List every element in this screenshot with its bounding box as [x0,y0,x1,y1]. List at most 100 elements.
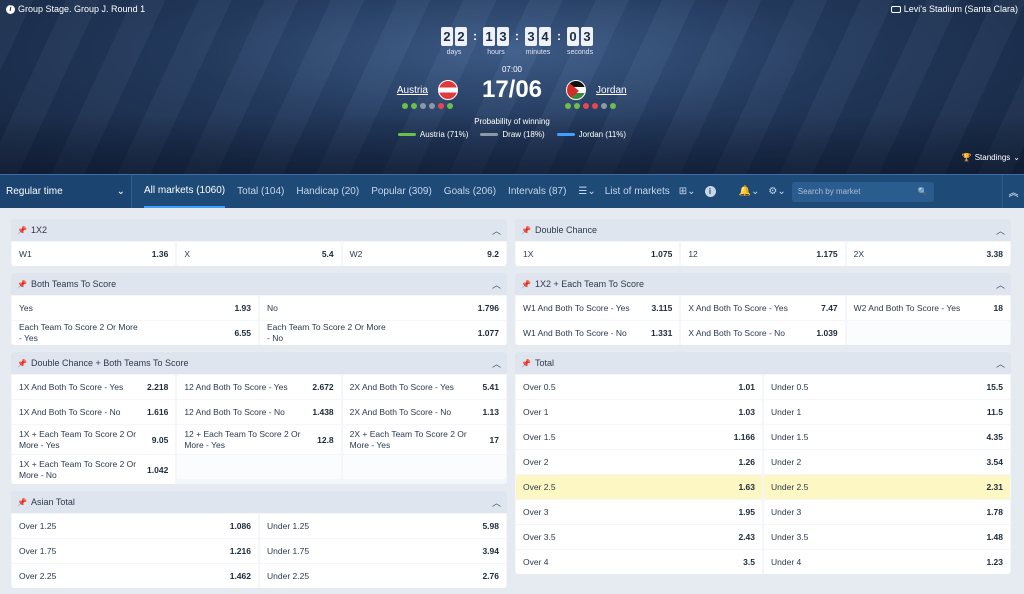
countdown-label: minutes [525,49,551,56]
countdown-digit: 2 [441,27,453,46]
market-header[interactable]: 📌 1X2 ︿ [11,219,507,241]
odds-cell[interactable]: Under 1.75 3.94 [260,539,506,563]
odds-cell[interactable]: W1 And Both To Score - Yes 3.115 [516,296,680,320]
outcome-name: X And Both To Score - No [688,327,786,338]
odds-cell[interactable]: 1X + Each Team To Score 2 Or More - No 1.… [12,455,176,484]
market-row: Over 1.25 1.086 Under 1.25 5.98 [11,513,507,538]
tab-2[interactable]: Handicap (20) [296,175,359,208]
pin-icon[interactable]: 📌 [521,280,531,289]
odds-cell[interactable]: 12 1.175 [681,242,845,266]
tab-5[interactable]: Intervals (87) [508,175,566,208]
list-of-markets-link[interactable]: List of markets [605,186,670,197]
grid-view-icon[interactable]: ⊞⌄ [679,186,696,197]
odds-cell[interactable]: Under 1.5 4.35 [764,425,1010,449]
odds-cell[interactable]: W1 And Both To Score - No 1.331 [516,321,680,345]
odds-value: 15.5 [986,382,1003,392]
odds-cell[interactable]: 12 And Both To Score - Yes 2.672 [177,375,341,399]
countdown-digits: 13 [483,27,509,46]
odds-cell[interactable]: Under 4 1.23 [764,550,1010,574]
list-view-icon[interactable]: ☰⌄ [578,186,595,197]
odds-cell[interactable]: Over 3 1.95 [516,500,762,524]
gear-icon[interactable]: ⚙⌄ [768,186,785,197]
chevron-up-icon[interactable]: ︿ [492,357,501,370]
countdown-days: 2 2 days [441,27,467,56]
market-header[interactable]: 📌 Asian Total ︿ [11,491,507,513]
market-header[interactable]: 📌 Total ︿ [515,352,1011,374]
pin-icon[interactable]: 📌 [17,280,27,289]
odds-cell[interactable]: Over 2.25 1.462 [12,564,258,588]
odds-cell[interactable]: X 5.4 [177,242,341,266]
odds-cell[interactable]: Under 3.5 1.48 [764,525,1010,549]
odds-cell[interactable]: Under 2 3.54 [764,450,1010,474]
odds-value: 2.31 [986,482,1003,492]
tab-0[interactable]: All markets (1060) [144,175,226,208]
pin-icon[interactable]: 📌 [521,226,531,235]
odds-cell[interactable]: Over 1.25 1.086 [12,514,258,538]
market-header[interactable]: 📌 Both Teams To Score ︿ [11,273,507,295]
odds-cell[interactable]: Over 3.5 2.43 [516,525,762,549]
standings-button[interactable]: 🏆 Standings ⌄ [962,153,1020,162]
pin-icon[interactable]: 📌 [17,359,27,368]
chevron-up-icon[interactable]: ︿ [996,357,1005,370]
odds-cell[interactable]: Each Team To Score 2 Or More - Yes 6.55 [12,321,258,345]
odds-cell[interactable]: 2X + Each Team To Score 2 Or More - Yes 1… [342,425,506,454]
odds-cell[interactable]: Over 0.5 1.01 [516,375,762,399]
odds-cell[interactable]: 2X And Both To Score - No 1.13 [342,400,506,424]
chevron-up-icon[interactable]: ︿ [492,278,501,291]
chevron-up-icon[interactable]: ︿ [492,496,501,509]
odds-cell[interactable]: Over 4 3.5 [516,550,762,574]
away-team-link[interactable]: Jordan [596,85,636,96]
tab-4[interactable]: Goals (206) [444,175,496,208]
odds-cell[interactable]: W2 And Both To Score - Yes 18 [846,296,1010,320]
period-select[interactable]: Regular time ⌄ [0,175,132,208]
pin-icon[interactable]: 📌 [17,498,27,507]
chevron-up-icon[interactable]: ︿ [996,278,1005,291]
odds-cell[interactable]: Each Team To Score 2 Or More - No 1.077 [260,321,506,345]
odds-cell[interactable]: Under 1 11.5 [764,400,1010,424]
chevron-up-icon[interactable]: ︿ [996,224,1005,237]
odds-cell[interactable]: Under 3 1.78 [764,500,1010,524]
odds-cell[interactable]: Over 1 1.03 [516,400,762,424]
bell-icon[interactable]: 🔔⌄ [739,186,760,197]
odds-cell[interactable]: Over 1.5 1.166 [516,425,762,449]
odds-cell[interactable]: W1 1.36 [12,242,176,266]
odds-value: 3.5 [743,557,755,567]
odds-cell[interactable]: No 1.796 [260,296,506,320]
odds-cell[interactable]: Over 2 1.26 [516,450,762,474]
odds-cell[interactable]: Over 2.5 1.63 [516,475,762,499]
odds-cell[interactable]: Under 1.25 5.98 [260,514,506,538]
market-header[interactable]: 📌 Double Chance + Both Teams To Score ︿ [11,352,507,374]
info-icon[interactable]: i [704,186,716,197]
market-search-input[interactable]: Search by market 🔍 [791,181,934,202]
odds-cell[interactable]: Yes 1.93 [12,296,258,320]
odds-cell[interactable]: 2X 3.38 [846,242,1010,266]
tab-3[interactable]: Popular (309) [371,175,432,208]
odds-cell[interactable]: 1X + Each Team To Score 2 Or More - Yes 9… [12,425,176,454]
odds-cell[interactable]: Over 1.75 1.216 [12,539,258,563]
chevron-up-icon[interactable]: ︿ [492,224,501,237]
odds-value: 1.23 [986,557,1003,567]
home-team-link[interactable]: Austria [388,85,428,96]
pin-icon[interactable]: 📌 [521,359,531,368]
market-header[interactable]: 📌 1X2 + Each Team To Score ︿ [515,273,1011,295]
collapse-button[interactable]: ︽ [1002,175,1024,208]
odds-cell[interactable]: 2X And Both To Score - Yes 5.41 [342,375,506,399]
odds-value: 3.54 [986,457,1003,467]
odds-cell[interactable]: 1X 1.075 [516,242,680,266]
odds-cell[interactable]: Under 0.5 15.5 [764,375,1010,399]
tab-1[interactable]: Total (104) [237,175,284,208]
odds-cell[interactable]: W2 9.2 [342,242,506,266]
odds-cell[interactable]: X And Both To Score - No 1.039 [681,321,845,345]
odds-cell[interactable]: 12 And Both To Score - No 1.438 [177,400,341,424]
odds-cell[interactable]: 1X And Both To Score - No 1.616 [12,400,176,424]
search-icon[interactable]: 🔍 [918,187,928,196]
odds-cell[interactable]: X And Both To Score - Yes 7.47 [681,296,845,320]
odds-cell[interactable]: 1X And Both To Score - Yes 2.218 [12,375,176,399]
market-row: Over 2.5 1.63 Under 2.5 2.31 [515,474,1011,499]
market-header[interactable]: 📌 Double Chance ︿ [515,219,1011,241]
odds-cell[interactable]: 12 + Each Team To Score 2 Or More - Yes 1… [177,425,341,454]
outcome-name: Over 1.5 [523,431,556,442]
odds-cell[interactable]: Under 2.5 2.31 [764,475,1010,499]
odds-cell[interactable]: Under 2.25 2.76 [260,564,506,588]
pin-icon[interactable]: 📌 [17,226,27,235]
